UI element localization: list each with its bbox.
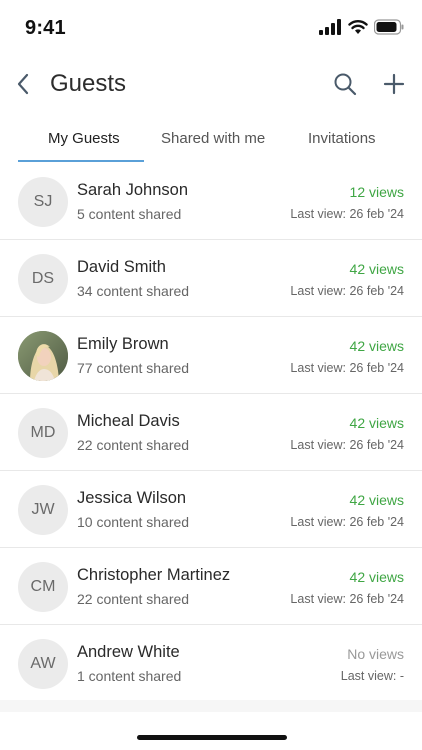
guest-list: SJ Sarah Johnson 5 content shared 12 vie… xyxy=(0,163,422,702)
last-view: Last view: 26 feb '24 xyxy=(290,284,404,298)
status-bar: 9:41 xyxy=(0,0,422,58)
navigation-bar: Guests xyxy=(0,58,422,110)
signal-icon xyxy=(319,19,341,35)
content-shared-count: 1 content shared xyxy=(77,668,182,684)
guest-row[interactable]: AW Andrew White 1 content shared No view… xyxy=(0,625,422,702)
guest-row[interactable]: Emily Brown 77 content shared 42 views L… xyxy=(0,317,422,394)
content-shared-count: 22 content shared xyxy=(77,591,190,607)
plus-icon xyxy=(383,73,405,95)
tab-invitations[interactable]: Invitations xyxy=(308,130,376,147)
wifi-icon xyxy=(348,20,368,34)
guest-name: Emily Brown xyxy=(77,335,169,353)
profile-photo-image xyxy=(18,331,68,381)
avatar: AW xyxy=(18,639,68,689)
guest-row[interactable]: JW Jessica Wilson 10 content shared 42 v… xyxy=(0,471,422,548)
avatar: SJ xyxy=(18,177,68,227)
guest-row[interactable]: CM Christopher Martinez 22 content share… xyxy=(0,548,422,625)
tab-shared-with-me[interactable]: Shared with me xyxy=(161,130,265,147)
views-count: 42 views xyxy=(349,261,404,277)
avatar: MD xyxy=(18,408,68,458)
guest-row[interactable]: SJ Sarah Johnson 5 content shared 12 vie… xyxy=(0,163,422,240)
guest-name: Micheal Davis xyxy=(77,412,180,430)
last-view: Last view: 26 feb '24 xyxy=(290,592,404,606)
active-tab-indicator xyxy=(18,160,144,162)
add-guest-button[interactable] xyxy=(380,70,408,98)
status-time: 9:41 xyxy=(25,17,66,39)
content-shared-count: 34 content shared xyxy=(77,283,190,299)
content-shared-count: 77 content shared xyxy=(77,360,190,376)
guest-name: Sarah Johnson xyxy=(77,181,188,199)
avatar-photo xyxy=(18,331,68,381)
last-view: Last view: 26 feb '24 xyxy=(290,438,404,452)
search-button[interactable] xyxy=(331,70,359,98)
last-view: Last view: 26 feb '24 xyxy=(290,515,404,529)
tab-my-guests[interactable]: My Guests xyxy=(48,130,120,147)
guest-row[interactable]: MD Micheal Davis 22 content shared 42 vi… xyxy=(0,394,422,471)
content-shared-count: 22 content shared xyxy=(77,437,190,453)
search-icon xyxy=(334,73,357,96)
guest-name: Christopher Martinez xyxy=(77,566,231,584)
views-count: 42 views xyxy=(349,569,404,585)
avatar: CM xyxy=(18,562,68,612)
battery-icon xyxy=(374,19,404,35)
chevron-left-icon xyxy=(17,73,29,95)
last-view: Last view: 26 feb '24 xyxy=(290,361,404,375)
views-count: 42 views xyxy=(349,415,404,431)
content-shared-count: 10 content shared xyxy=(77,514,190,530)
guest-name: Andrew White xyxy=(77,643,180,661)
last-view: Last view: - xyxy=(340,669,404,683)
views-count: No views xyxy=(347,646,404,662)
guest-name: Jessica Wilson xyxy=(77,489,187,507)
avatar: JW xyxy=(18,485,68,535)
views-count: 42 views xyxy=(349,338,404,354)
list-footer-band xyxy=(0,700,422,712)
avatar: DS xyxy=(18,254,68,304)
last-view: Last view: 26 feb '24 xyxy=(290,207,404,221)
views-count: 42 views xyxy=(349,492,404,508)
guest-row[interactable]: DS David Smith 34 content shared 42 view… xyxy=(0,240,422,317)
views-count: 12 views xyxy=(349,184,404,200)
content-shared-count: 5 content shared xyxy=(77,206,182,222)
back-button[interactable] xyxy=(10,70,38,98)
page-title: Guests xyxy=(50,70,127,97)
tab-bar: My Guests Shared with me Invitations xyxy=(0,122,422,164)
guest-name: David Smith xyxy=(77,258,166,276)
home-indicator[interactable] xyxy=(137,735,287,740)
